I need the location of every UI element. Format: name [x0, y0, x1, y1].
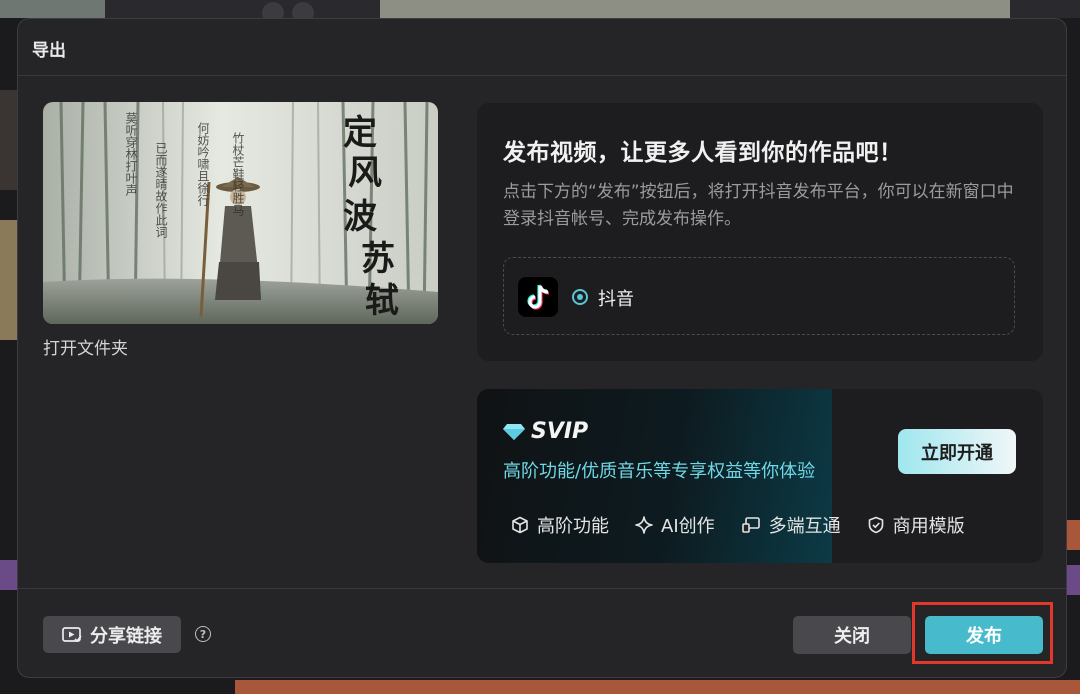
background-preview: [380, 0, 1010, 18]
publish-card: 发布视频，让更多人看到你的作品吧！ 点击下方的“发布”按钮后，将打开抖音发布平台…: [477, 103, 1043, 361]
svg-text:波: 波: [343, 197, 377, 237]
close-button[interactable]: 关闭: [793, 616, 911, 654]
feature-advanced: 高阶功能: [511, 512, 609, 538]
svg-text:轼: 轼: [365, 281, 399, 321]
background-clip: [0, 90, 18, 190]
tiktok-icon: [518, 277, 558, 317]
open-svip-button[interactable]: 立即开通: [898, 429, 1016, 474]
feature-label: AI创作: [661, 516, 715, 537]
share-link-button[interactable]: 分享链接: [43, 616, 181, 653]
share-link-icon: [62, 626, 82, 642]
sparkle-icon: [635, 516, 653, 534]
svip-badge: SVIP: [531, 419, 589, 444]
help-icon[interactable]: ?: [195, 626, 211, 642]
shield-check-icon: [868, 516, 883, 534]
background-icons: [262, 2, 332, 24]
svip-header: SVIP: [503, 419, 588, 444]
share-link-label: 分享链接: [90, 625, 162, 647]
feature-label: 商用模版: [892, 516, 965, 537]
platform-radio[interactable]: [572, 289, 588, 305]
svg-text:已而遂晴故作此词: 已而遂晴故作此词: [154, 142, 168, 238]
publish-button-highlight: [912, 602, 1053, 664]
preview-image: 定 风 波 苏 轼 莫听穿林打叶声 已而遂晴故作此词 何妨吟啸且徐行 竹杖芒鞋轻…: [43, 102, 438, 324]
video-preview-thumbnail[interactable]: 定 风 波 苏 轼 莫听穿林打叶声 已而遂晴故作此词 何妨吟啸且徐行 竹杖芒鞋轻…: [43, 102, 438, 324]
platform-option-douyin[interactable]: 抖音: [503, 257, 1015, 335]
feature-ai: AI创作: [635, 512, 715, 538]
background-clip: [0, 220, 18, 340]
platform-label: 抖音: [598, 289, 634, 310]
feature-label: 多端互通: [768, 516, 841, 537]
open-folder-link[interactable]: 打开文件夹: [43, 334, 128, 359]
svg-text:风: 风: [348, 153, 382, 193]
footer-divider: [18, 588, 1066, 589]
publish-description: 点击下方的“发布”按钮后，将打开抖音发布平台，你可以在新窗口中登录抖音帐号、完成…: [503, 182, 1014, 229]
header-divider: [18, 75, 1066, 76]
export-dialog: 导出 定 风 波 苏 轼 莫听穿林打叶声 已而遂晴故作此词 何妨吟啸且徐行 竹杖…: [17, 18, 1067, 678]
feature-multi-device: 多端互通: [741, 512, 841, 538]
cube-icon: [512, 516, 528, 534]
svip-features: 高阶功能 AI创作 多端互通 商用模版: [511, 512, 991, 538]
feature-label: 高阶功能: [537, 516, 609, 537]
svg-text:定: 定: [343, 113, 377, 153]
dialog-title: 导出: [32, 41, 66, 61]
background-track: [0, 560, 18, 590]
devices-icon: [741, 517, 760, 533]
svip-subtitle: 高阶功能/优质音乐等专享权益等你体验: [503, 461, 816, 482]
background-track: [235, 680, 1080, 694]
diamond-icon: [503, 423, 525, 440]
svg-text:苏: 苏: [361, 239, 395, 279]
publish-title: 发布视频，让更多人看到你的作品吧！: [503, 140, 903, 166]
svg-text:竹杖芒鞋轻胜马: 竹杖芒鞋轻胜马: [231, 132, 245, 216]
svg-text:莫听穿林打叶声: 莫听穿林打叶声: [124, 112, 138, 197]
svip-promo-card: SVIP 高阶功能/优质音乐等专享权益等你体验 立即开通 高阶功能 AI创作 多…: [477, 389, 1043, 563]
background-thumbnail: [0, 0, 105, 18]
feature-commercial: 商用模版: [867, 512, 965, 538]
svg-text:何妨吟啸且徐行: 何妨吟啸且徐行: [196, 122, 210, 206]
